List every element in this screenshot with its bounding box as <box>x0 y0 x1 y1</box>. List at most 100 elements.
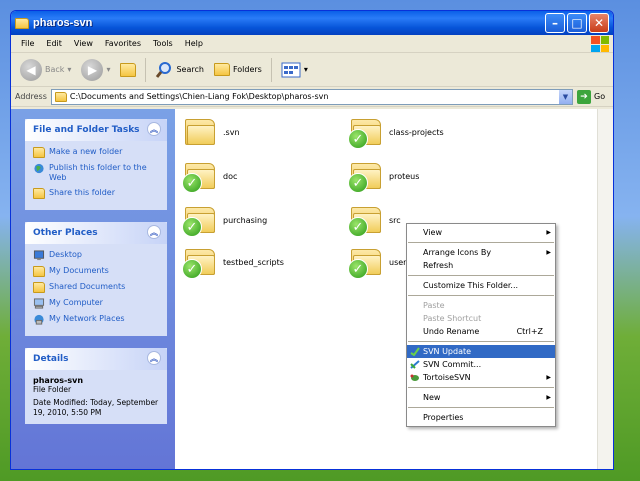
my-network-places-link[interactable]: My Network Places <box>33 314 159 325</box>
up-folder-button[interactable] <box>117 61 139 79</box>
menu-separator <box>408 275 554 276</box>
folder-name: testbed_scripts <box>223 257 284 267</box>
menu-label: Properties <box>423 413 464 422</box>
menu-file[interactable]: File <box>15 39 40 48</box>
network-icon <box>34 314 44 325</box>
forward-button[interactable]: ▶ ▾ <box>78 57 113 83</box>
menu-label: Arrange Icons By <box>423 248 492 257</box>
go-arrow-icon: ➔ <box>577 89 591 104</box>
collapse-chevron-icon[interactable]: ︽ <box>147 122 161 136</box>
toolbar: ◀ Back ▾ ▶ ▾ Search Folders ▾ <box>11 53 613 87</box>
menu-label: View <box>423 228 442 237</box>
svn-commit-icon <box>410 360 420 369</box>
folder-icon: ✓ <box>182 207 215 237</box>
close-button[interactable]: ✕ <box>589 13 609 33</box>
svn-ok-check-icon: ✓ <box>348 217 368 237</box>
folder-item[interactable]: ✓ doc <box>182 163 238 193</box>
go-button[interactable]: ➔ Go <box>577 89 609 104</box>
svn-ok-check-icon: ✓ <box>182 217 202 237</box>
submenu-arrow-icon: ▶ <box>546 394 551 401</box>
details-type: File Folder <box>33 385 72 394</box>
shared-documents-icon <box>33 282 45 293</box>
chevron-down-icon[interactable]: ▼ <box>558 89 572 104</box>
menu-item-tortoisesvn[interactable]: TortoiseSVN ▶ <box>407 371 555 384</box>
menu-separator <box>408 407 554 408</box>
panel-title: Details <box>33 354 69 364</box>
folder-icon: ✓ <box>348 207 381 237</box>
folder-name: doc <box>223 171 238 181</box>
menu-item-properties[interactable]: Properties <box>407 411 555 424</box>
my-documents-link[interactable]: My Documents <box>33 266 159 277</box>
search-icon <box>156 61 172 78</box>
folder-item[interactable]: ✓ class-projects <box>348 119 444 149</box>
other-places-header[interactable]: Other Places ︽ <box>25 222 167 244</box>
other-places-panel: Other Places ︽ Desktop My Documents Shar… <box>25 222 167 336</box>
search-button[interactable]: Search <box>152 59 206 81</box>
link-label: Share this folder <box>49 188 115 197</box>
shared-documents-link[interactable]: Shared Documents <box>33 282 159 293</box>
file-folder-tasks-header[interactable]: File and Folder Tasks ︽ <box>25 119 167 141</box>
maximize-button[interactable]: □ <box>567 13 587 33</box>
menu-item-refresh[interactable]: Refresh <box>407 259 555 272</box>
publish-web-link[interactable]: Publish this folder to the Web <box>33 163 159 183</box>
details-name: pharos-svn <box>33 376 84 385</box>
desktop-icon <box>33 250 45 261</box>
menu-item-paste-shortcut: Paste Shortcut <box>407 312 555 325</box>
folders-button[interactable]: Folders <box>211 61 265 78</box>
folder-icon: ✓ <box>182 249 215 279</box>
menu-tools[interactable]: Tools <box>147 39 179 48</box>
views-button[interactable]: ▾ <box>278 60 311 80</box>
globe-icon <box>34 163 44 174</box>
minimize-button[interactable]: – <box>545 13 565 33</box>
address-input[interactable]: C:\Documents and Settings\Chien-Liang Fo… <box>50 88 573 105</box>
menu-view[interactable]: View <box>68 39 99 48</box>
context-menu: View ▶ Arrange Icons By ▶ Refresh Customiz… <box>406 223 556 427</box>
back-label: Back <box>45 65 65 74</box>
folder-item[interactable]: ✓ src <box>348 207 401 237</box>
menu-item-customize[interactable]: Customize This Folder... <box>407 279 555 292</box>
folder-item[interactable]: .svn <box>185 119 240 145</box>
menu-item-arrange-icons[interactable]: Arrange Icons By ▶ <box>407 246 555 259</box>
make-new-folder-link[interactable]: Make a new folder <box>33 147 159 158</box>
windows-logo-icon <box>591 36 609 52</box>
back-arrow-icon: ◀ <box>20 58 42 81</box>
back-button[interactable]: ◀ Back ▾ <box>17 57 74 83</box>
link-label: My Computer <box>49 298 103 307</box>
chevron-down-icon: ▾ <box>303 65 308 74</box>
menu-item-svn-commit[interactable]: SVN Commit... <box>407 358 555 371</box>
menu-separator <box>408 242 554 243</box>
details-modified: Date Modified: Today, September 19, 2010… <box>33 398 159 417</box>
folder-item[interactable]: ✓ purchasing <box>182 207 268 237</box>
menu-label: Paste <box>423 301 445 310</box>
collapse-chevron-icon[interactable]: ︽ <box>147 351 161 365</box>
link-label: Make a new folder <box>49 147 123 156</box>
menu-item-svn-update[interactable]: SVN Update <box>407 345 555 358</box>
menu-separator <box>408 295 554 296</box>
details-header[interactable]: Details ︽ <box>25 348 167 370</box>
folder-icon: ✓ <box>182 163 215 193</box>
menu-help[interactable]: Help <box>179 39 209 48</box>
folder-item[interactable]: ✓ testbed_scripts <box>182 249 284 279</box>
menu-separator <box>408 387 554 388</box>
menu-label: SVN Update <box>423 347 472 356</box>
menu-item-view[interactable]: View ▶ <box>407 226 555 239</box>
menu-favorites[interactable]: Favorites <box>99 39 147 48</box>
title-bar[interactable]: pharos-svn – □ ✕ <box>11 11 613 35</box>
my-computer-link[interactable]: My Computer <box>33 298 159 309</box>
folder-name: purchasing <box>223 215 268 225</box>
details-panel: Details ︽ pharos-svn File Folder Date Mo… <box>25 348 167 424</box>
submenu-arrow-icon: ▶ <box>546 229 551 236</box>
vertical-scrollbar[interactable] <box>597 109 613 469</box>
menu-item-new[interactable]: New ▶ <box>407 391 555 404</box>
collapse-chevron-icon[interactable]: ︽ <box>147 225 161 239</box>
chevron-down-icon: ▾ <box>106 65 111 74</box>
folder-item[interactable]: ✓ user <box>348 249 406 279</box>
folder-icon <box>185 119 215 145</box>
menu-edit[interactable]: Edit <box>40 39 68 48</box>
desktop-link[interactable]: Desktop <box>33 250 159 261</box>
svn-ok-check-icon: ✓ <box>348 259 368 279</box>
forward-arrow-icon: ▶ <box>81 58 104 81</box>
share-folder-link[interactable]: Share this folder <box>33 188 159 199</box>
folder-item[interactable]: ✓ proteus <box>348 163 419 193</box>
menu-item-undo-rename[interactable]: Undo Rename Ctrl+Z <box>407 325 555 338</box>
